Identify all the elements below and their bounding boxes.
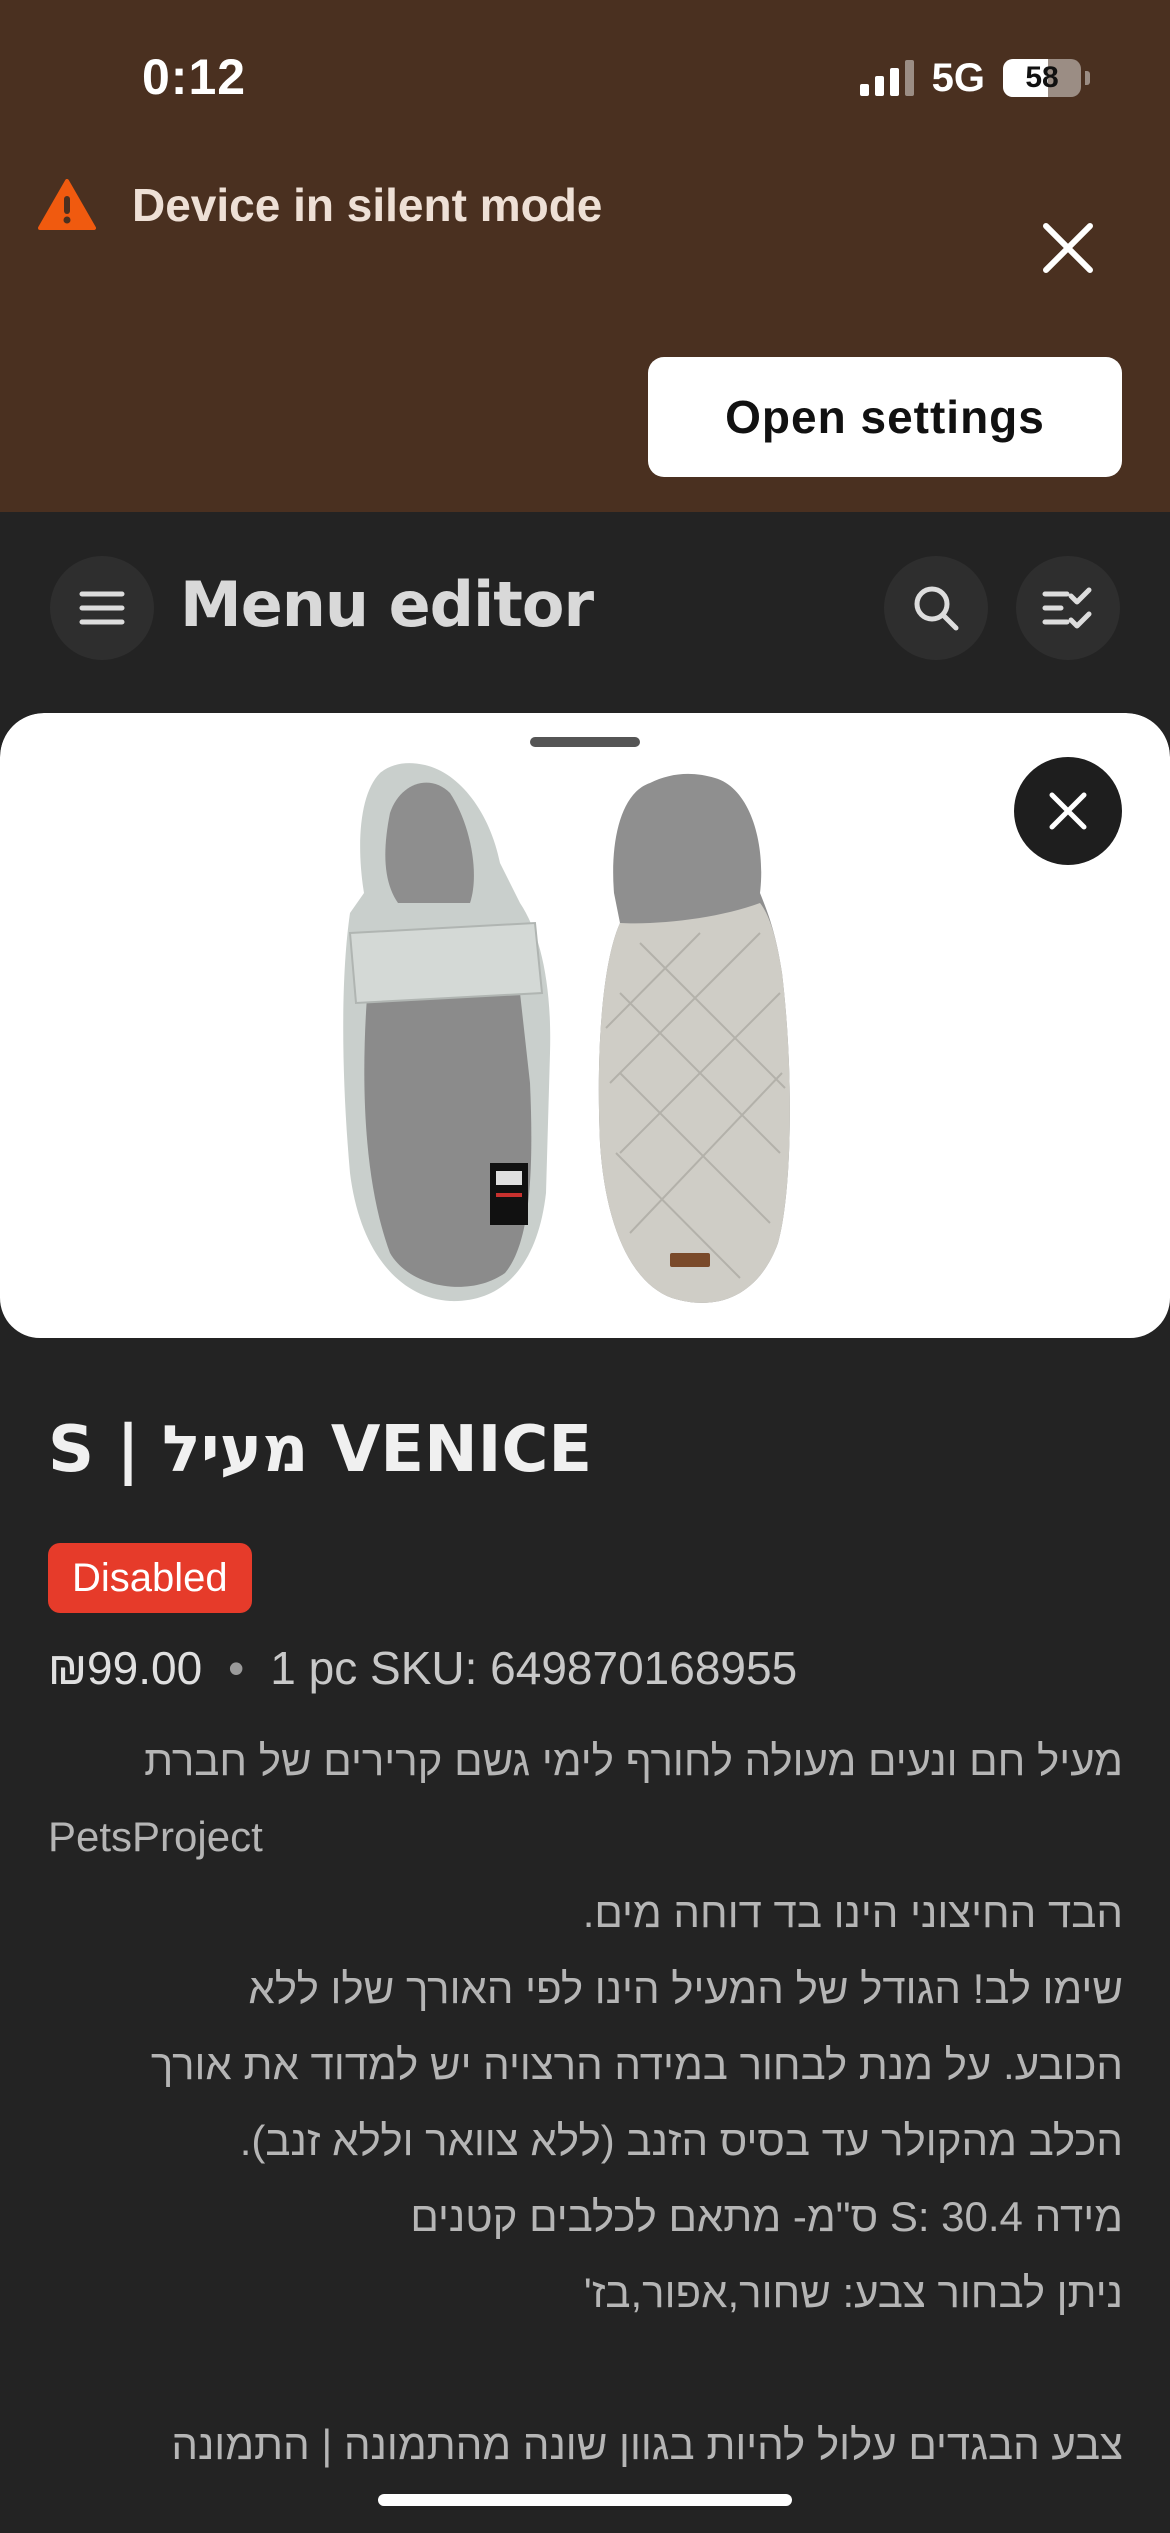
- description-line: מידה S: 30.4 ס"מ- מתאם לכלבים קטנים: [410, 2193, 1123, 2240]
- separator-dot: •: [228, 1642, 245, 1694]
- status-badge: Disabled: [48, 1543, 252, 1613]
- item-title: S | מעיל VENICE: [48, 1413, 593, 1487]
- notification-banner-area: 0:12 5G 58 Device in silent mode Open se…: [0, 0, 1170, 512]
- silent-mode-notice: Device in silent mode: [38, 178, 602, 232]
- hamburger-icon: [79, 591, 125, 625]
- search-button[interactable]: [884, 556, 988, 660]
- signal-icon: [859, 60, 914, 96]
- status-time: 0:12: [142, 49, 247, 105]
- open-settings-button[interactable]: Open settings: [648, 357, 1122, 477]
- description-line: הבד החיצוני הינו בד דוחה מים.: [582, 1889, 1123, 1936]
- close-icon: [1049, 792, 1087, 830]
- description-line: PetsProject: [48, 1813, 263, 1860]
- description-line: ניתן לבחור צבע: שחור,אפור,בז': [583, 2269, 1123, 2316]
- close-sheet-button[interactable]: [1014, 757, 1122, 865]
- close-icon[interactable]: [1038, 218, 1098, 278]
- item-price: ₪99.00: [48, 1642, 203, 1694]
- item-image-area: [0, 713, 1170, 1338]
- app-bar: Menu editor: [0, 512, 1170, 712]
- product-image: [343, 763, 790, 1303]
- description-line: הכלב מהקולר עד בסיס הזנב (ללא צוואר וללא…: [239, 2117, 1123, 2164]
- item-description: מעיל חם ונעים מעולה לחורף לימי גשם קרירי…: [48, 1723, 1123, 2483]
- battery-nub: [1085, 71, 1090, 85]
- page-title: Menu editor: [180, 568, 594, 641]
- description-line: הכובע. על מנת לבחור במידה הרצויה יש למדו…: [150, 2041, 1123, 2088]
- price-row: ₪99.00 • 1 pc SKU: 649870168955: [48, 1641, 797, 1695]
- checklist-icon: [1042, 587, 1092, 629]
- description-line: צבע הבגדים עלול להיות בגוון שונה מהתמונה…: [171, 2421, 1123, 2468]
- description-line: ​: [48, 2331, 1123, 2407]
- menu-button[interactable]: [50, 556, 154, 660]
- item-detail-sheet: S | מעיל VENICE Disabled ₪99.00 • 1 pc SKU…: [0, 713, 1170, 2533]
- description-line: מעיל חם ונעים מעולה לחורף לימי גשם קרירי…: [144, 1737, 1123, 1784]
- item-unit-sku: 1 pc SKU: 649870168955: [270, 1642, 798, 1694]
- search-icon: [914, 586, 959, 631]
- network-label: 5G: [931, 55, 985, 100]
- warning-icon: [38, 179, 96, 230]
- sheet-drag-handle[interactable]: [530, 737, 640, 747]
- status-indicators: 5G 58: [859, 55, 1090, 100]
- battery-icon: 58: [1003, 59, 1081, 97]
- bulk-edit-button[interactable]: [1016, 556, 1120, 660]
- home-indicator: [378, 2494, 792, 2506]
- battery-level: 58: [1025, 61, 1059, 94]
- silent-mode-message: Device in silent mode: [132, 179, 603, 231]
- description-line: שימו לב! הגודל של המעיל הינו לפי האורך ש…: [248, 1965, 1123, 2012]
